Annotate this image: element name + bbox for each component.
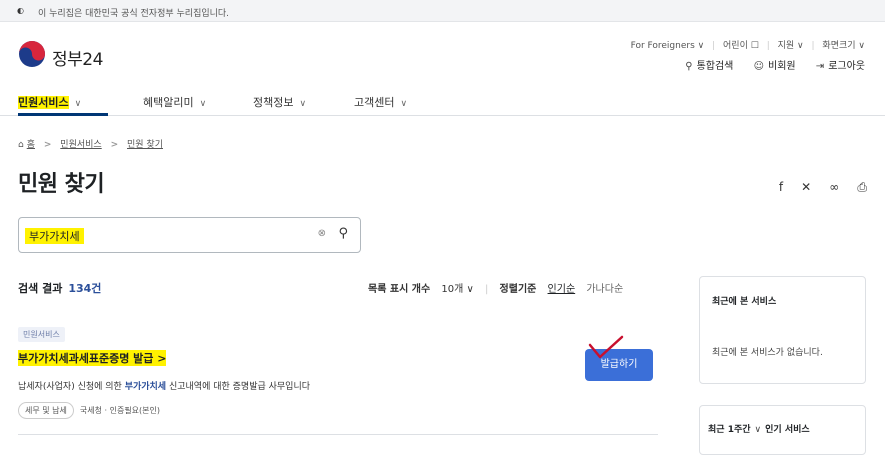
breadcrumb-level2[interactable]: 민원 찾기 [127, 140, 163, 150]
result-title-link[interactable]: 부가가치세과세표준증명 발급 > [18, 350, 167, 366]
result-tags: 세무 및 납세 국세청 · 인증필요(본인) [18, 402, 160, 419]
tag-info: 국세청 · 인증필요(본인) [79, 406, 161, 415]
user-icon: ☺ [753, 61, 764, 72]
active-nav-indicator [18, 113, 108, 116]
support-menu[interactable]: 지원 ∨ [778, 38, 804, 51]
chevron-down-icon[interactable]: ∨ [755, 425, 762, 435]
print-icon[interactable]: ⎙ [857, 180, 867, 195]
period-select[interactable]: 최근 1주간 [708, 425, 751, 435]
chevron-down-icon: ∨ [74, 99, 82, 109]
chevron-down-icon: ∨ [199, 99, 207, 109]
divider: | [766, 41, 770, 51]
result-description: 납세자(사업자) 신청에 의한 부가가치세 신고내역에 대한 증명발급 사무입니… [18, 379, 310, 392]
desc-text: 납세자(사업자) 신청에 의한 [18, 382, 125, 392]
logout-link[interactable]: ⇥ 로그아웃 [816, 57, 865, 72]
search-input[interactable]: 부가가치세 ⊗ ⚲ [18, 217, 361, 253]
recent-services-title: 최근에 본 서비스 [712, 297, 777, 307]
result-count: 134건 [68, 282, 102, 295]
nav-civil-service[interactable]: 민원서비스 ∨ [18, 94, 81, 110]
nav-customer-center[interactable]: 고객센터 ∨ [354, 94, 407, 110]
nav-label: 정책정보 [253, 96, 294, 109]
divider: | [484, 284, 489, 295]
facebook-icon[interactable]: f [779, 180, 783, 194]
logo-text: 정부24 [52, 50, 103, 70]
nav-label: 고객센터 [354, 96, 395, 109]
desc-text: 신고내역에 대한 증명발급 사무입니다 [166, 382, 311, 392]
user-links: ⚲ 통합검색 ☺ 비회원 ⇥ 로그아웃 [668, 57, 865, 72]
breadcrumb: ⌂ 홈 > 민원서비스 > 민원 찾기 [18, 137, 163, 150]
chevron-down-icon: ∨ [400, 99, 408, 109]
nav-label: 혜택알리미 [143, 96, 194, 109]
per-page-label: 목록 표시 개수 [368, 284, 431, 295]
breadcrumb-level1[interactable]: 민원서비스 [60, 140, 101, 150]
result-divider [18, 434, 658, 435]
logout-label: 로그아웃 [828, 61, 865, 72]
breadcrumb-separator: > [110, 140, 119, 150]
home-icon[interactable]: ⌂ [18, 140, 24, 150]
search-value: 부가가치세 [25, 228, 84, 244]
sort-bar: 목록 표시 개수 10개 ∨ | 정렬기준 인기순 가나다순 [368, 280, 623, 295]
kids-link[interactable]: 어린이 ☐ [723, 38, 759, 51]
popular-services-panel: 최근 1주간 ∨ 인기 서비스 [699, 405, 866, 455]
for-foreigners-link[interactable]: For Foreigners ∨ [631, 41, 705, 51]
utility-menu: For Foreigners ∨ | 어린이 ☐ | 지원 ∨ | 화면크기 ∨ [631, 38, 865, 51]
search-icon[interactable]: ⚲ [338, 226, 348, 241]
x-twitter-icon[interactable]: ✕ [801, 180, 811, 194]
result-summary: 검색 결과 134건 [18, 280, 101, 296]
gov-banner-text: 이 누리집은 대한민국 공식 전자정부 누리집입니다. [38, 9, 230, 19]
screen-size-menu[interactable]: 화면크기 ∨ [822, 38, 865, 51]
sort-popular[interactable]: 인기순 [548, 284, 576, 295]
sort-order-label: 정렬기준 [499, 284, 537, 295]
page-title: 민원 찾기 [18, 172, 105, 197]
integrated-search-link[interactable]: ⚲ 통합검색 [685, 57, 733, 72]
desc-keyword: 부가가치세 [124, 382, 167, 392]
checkmark-annotation-icon [588, 335, 624, 359]
popular-services-title: 인기 서비스 [765, 425, 810, 435]
taegeuk-logo-icon [19, 41, 45, 67]
logout-icon: ⇥ [815, 61, 825, 72]
main-navigation: 민원서비스 ∨ 혜택알리미 ∨ 정책정보 ∨ 고객센터 ∨ [0, 86, 885, 116]
member-link[interactable]: ☺ 비회원 [754, 57, 796, 72]
flag-icon: ◐ [17, 6, 24, 15]
divider: | [712, 41, 716, 51]
breadcrumb-separator: > [43, 140, 52, 150]
nav-benefit-alert[interactable]: 혜택알리미 ∨ [143, 94, 206, 110]
search-icon: ⚲ [685, 61, 693, 72]
nav-policy-info[interactable]: 정책정보 ∨ [253, 94, 306, 110]
result-label: 검색 결과 [18, 282, 63, 295]
page-tools: f ✕ ∞ ⎙ [766, 176, 867, 195]
link-icon[interactable]: ∞ [829, 180, 839, 194]
divider: | [811, 41, 815, 51]
recent-services-empty: 최근에 본 서비스가 없습니다. [712, 348, 823, 358]
chevron-down-icon: ∨ [299, 99, 307, 109]
popular-services-header: 최근 1주간 ∨ 인기 서비스 [708, 422, 810, 435]
gov-banner: ◐ 이 누리집은 대한민국 공식 전자정부 누리집입니다. [0, 0, 885, 22]
per-page-select[interactable]: 10개 ∨ [441, 284, 473, 295]
breadcrumb-home[interactable]: 홈 [27, 140, 35, 150]
category-badge: 민원서비스 [18, 327, 65, 342]
sort-alphabetical[interactable]: 가나다순 [586, 284, 623, 295]
integrated-search-label: 통합검색 [696, 61, 734, 72]
clear-icon[interactable]: ⊗ [318, 228, 326, 239]
tag: 세무 및 납세 [18, 402, 74, 419]
nav-label: 민원서비스 [18, 96, 69, 109]
member-label: 비회원 [768, 61, 796, 72]
recent-services-panel: 최근에 본 서비스 최근에 본 서비스가 없습니다. [699, 276, 866, 384]
